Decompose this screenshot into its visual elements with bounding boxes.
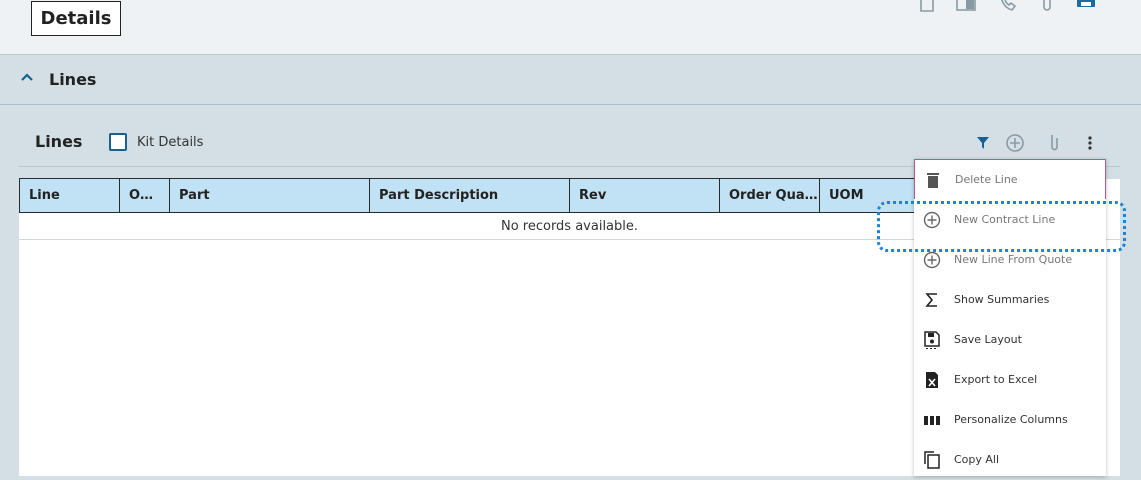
- trash-icon: [927, 173, 939, 188]
- menu-item-show-summaries[interactable]: Show Summaries: [914, 280, 1106, 320]
- book-icon[interactable]: [956, 0, 976, 14]
- column-header-part-description[interactable]: Part Description: [369, 178, 570, 213]
- column-header-o[interactable]: O…: [119, 178, 170, 213]
- kit-details-label[interactable]: Kit Details: [137, 135, 203, 150]
- kit-details-checkbox[interactable]: [109, 133, 127, 151]
- menu-item-label: Copy All: [954, 453, 1000, 466]
- menu-item-label: Personalize Columns: [954, 413, 1068, 426]
- menu-item-personalize-columns[interactable]: Personalize Columns: [914, 400, 1106, 440]
- section-title: Lines: [49, 70, 97, 89]
- sigma-icon: [925, 293, 937, 307]
- excel-icon: [926, 372, 938, 388]
- document-icon[interactable]: [917, 0, 937, 14]
- column-header-part[interactable]: Part: [169, 178, 370, 213]
- printer-icon[interactable]: [1076, 0, 1096, 14]
- copy-icon: [924, 451, 940, 469]
- menu-item-label: Export to Excel: [954, 373, 1038, 386]
- focus-highlight: [877, 201, 1126, 252]
- menu-item-label: Delete Line: [955, 173, 1018, 186]
- menu-item-save-layout[interactable]: Save Layout: [914, 320, 1106, 360]
- paperclip-icon[interactable]: [1044, 133, 1064, 153]
- phone-icon[interactable]: [998, 0, 1018, 14]
- chevron-up-icon[interactable]: [20, 70, 34, 84]
- menu-item-label: Save Layout: [954, 333, 1022, 346]
- more-vertical-icon[interactable]: [1080, 133, 1100, 153]
- save-icon: [924, 331, 940, 349]
- lines-section-header[interactable]: [0, 55, 1141, 105]
- column-header-rev[interactable]: Rev: [569, 178, 720, 213]
- grid-header: Line O… Part Part Description Rev Order …: [19, 178, 920, 213]
- add-circle-icon[interactable]: [1005, 133, 1025, 153]
- columns-icon: [924, 416, 940, 425]
- lines-grid-title: Lines: [35, 132, 83, 151]
- paperclip-icon[interactable]: [1037, 0, 1057, 14]
- column-header-line[interactable]: Line: [19, 178, 120, 213]
- top-bar: Details: [0, 0, 1141, 55]
- details-tab[interactable]: Details: [31, 1, 121, 36]
- menu-item-copy-all[interactable]: Copy All: [914, 440, 1106, 480]
- menu-item-delete-line[interactable]: Delete Line: [914, 159, 1106, 199]
- menu-item-label: Show Summaries: [954, 293, 1050, 306]
- menu-item-export-to-excel[interactable]: Export to Excel: [914, 360, 1106, 400]
- menu-item-label: New Line From Quote: [954, 253, 1073, 266]
- add-circle-icon: [923, 251, 941, 269]
- filter-icon[interactable]: [973, 133, 993, 153]
- column-header-order-quantity[interactable]: Order Qua…: [719, 178, 820, 213]
